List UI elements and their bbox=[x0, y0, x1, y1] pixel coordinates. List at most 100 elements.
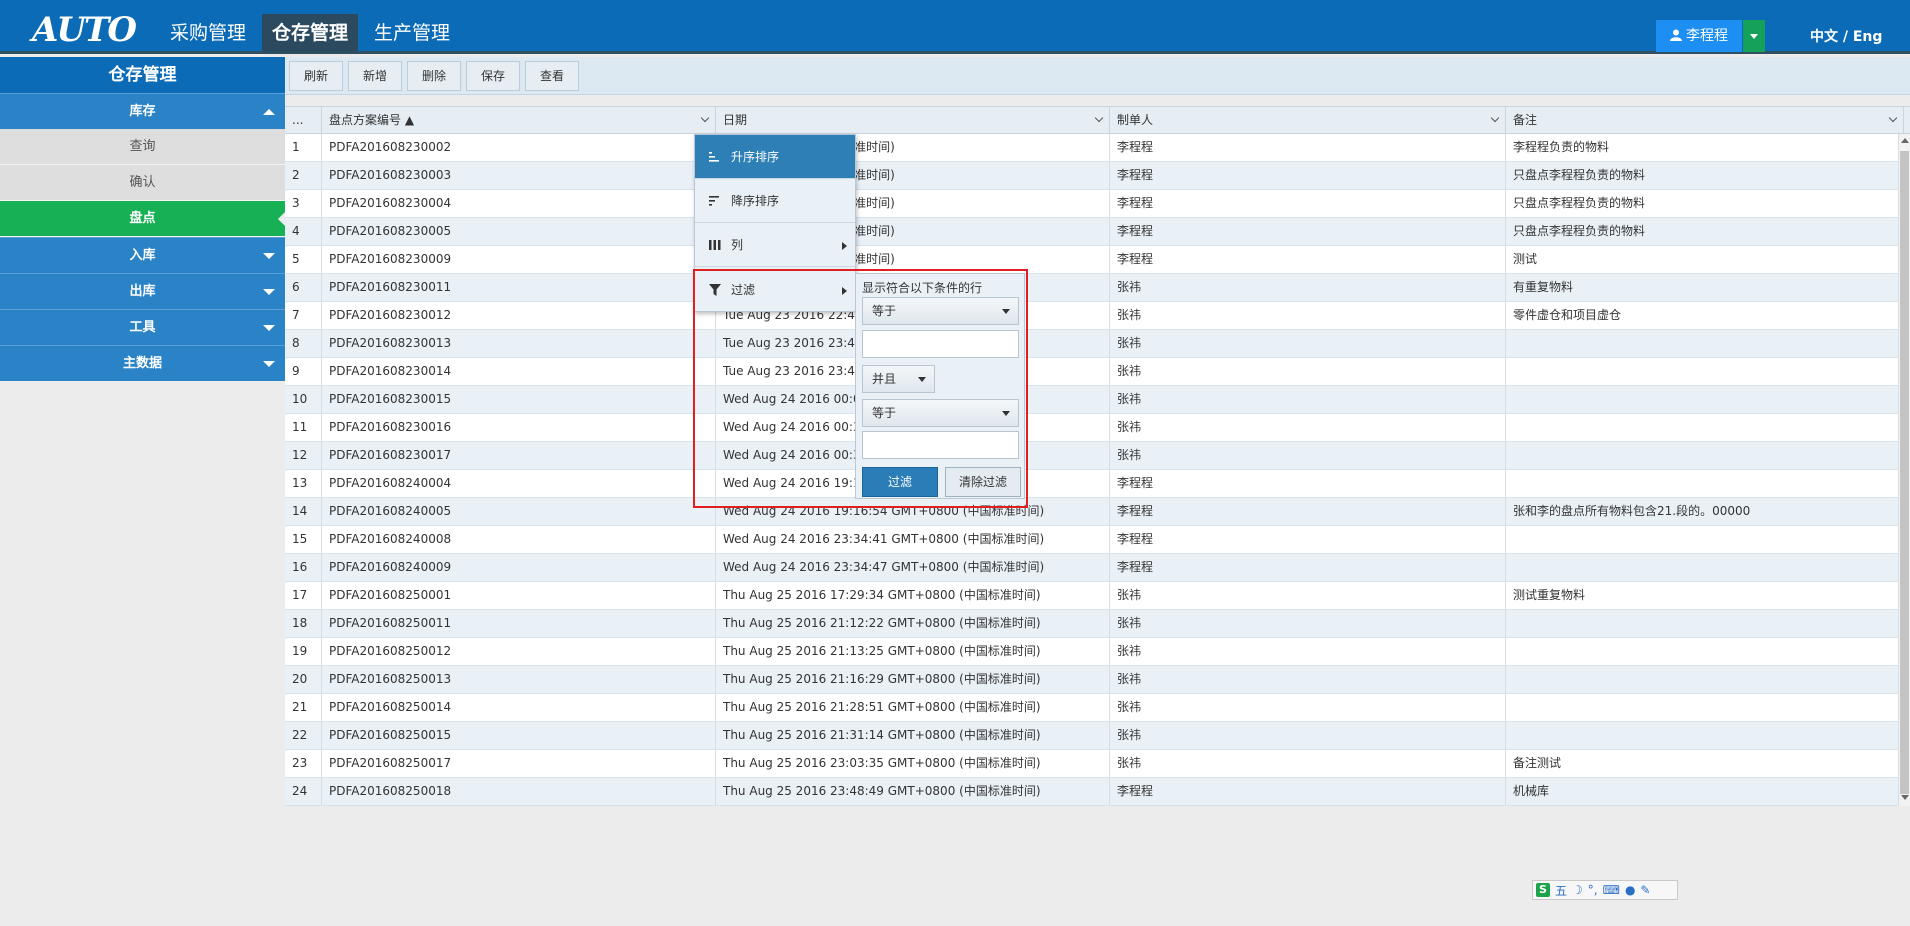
table-row[interactable]: 4PDFA20160823000514 GMT+0800 (中国标准时间)李程程… bbox=[285, 218, 1899, 246]
toolbar: 刷新 新增 删除 保存 查看 bbox=[285, 57, 1910, 95]
table-row[interactable]: 14 PDFA201608240005 Wed Aug 24 2016 19:16:… bbox=[285, 498, 1899, 526]
cell-creator: 张祎 bbox=[1110, 442, 1506, 469]
sidebar-group-inventory[interactable]: 库存 bbox=[0, 93, 285, 129]
cell-plan-no: PDFA201608240005 bbox=[322, 498, 716, 525]
table-row[interactable]: 24 PDFA201608250018 Thu Aug 25 2016 23:48:… bbox=[285, 778, 1899, 806]
cell-remarks: 机械库 bbox=[1506, 778, 1899, 805]
user-dropdown-toggle[interactable] bbox=[1743, 20, 1765, 52]
table-row[interactable]: 20 PDFA201608250013 Thu Aug 25 2016 21:16:… bbox=[285, 666, 1899, 694]
table-row[interactable]: 22 PDFA201608250015 Thu Aug 25 2016 21:31:… bbox=[285, 722, 1899, 750]
cell-remarks: 李程程负责的物料 bbox=[1506, 134, 1899, 161]
add-button[interactable]: 新增 bbox=[348, 61, 402, 91]
sidebar-item-query[interactable]: 查询 bbox=[0, 129, 285, 165]
menu-item-sort-desc[interactable]: 降序排序 bbox=[695, 179, 855, 223]
sidebar: 仓存管理 库存 查询 确认 盘点 入库 出库 工具 主数据 bbox=[0, 57, 285, 926]
table-row[interactable]: 10 PDFA201608230015 Wed Aug 24 2016 00:02 张… bbox=[285, 386, 1899, 414]
column-header-label: 盘点方案编号 ▲ bbox=[329, 113, 415, 127]
table-row[interactable]: 12 PDFA201608230017 Wed Aug 24 2016 00:36 张… bbox=[285, 442, 1899, 470]
top-bar: AUTO 采购管理 仓存管理 生产管理 李程程 中文 / Eng bbox=[0, 0, 1910, 54]
ime-mode[interactable]: 五 bbox=[1555, 882, 1567, 899]
cell-creator: 李程程 bbox=[1110, 246, 1506, 273]
sidebar-group-inbound[interactable]: 入库 bbox=[0, 237, 285, 273]
column-header-date[interactable]: 日期 bbox=[716, 107, 1110, 134]
menu-item-sort-asc[interactable]: 升序排序 bbox=[695, 135, 855, 179]
nav-warehouse[interactable]: 仓存管理 bbox=[262, 14, 359, 52]
user-button[interactable]: 李程程 bbox=[1656, 20, 1742, 52]
sidebar-item-confirm[interactable]: 确认 bbox=[0, 165, 285, 201]
table-row[interactable]: 6 PDFA201608230011 张祎 有重复物料 bbox=[285, 274, 1899, 302]
user-icon[interactable]: ● bbox=[1625, 883, 1635, 897]
delete-button[interactable]: 删除 bbox=[407, 61, 461, 91]
table-row[interactable]: 19 PDFA201608250012 Thu Aug 25 2016 21:13:… bbox=[285, 638, 1899, 666]
table-row[interactable]: 1PDFA20160823000231 GMT+0800 (中国标准时间)李程程… bbox=[285, 134, 1899, 162]
table-row[interactable]: 21 PDFA201608250014 Thu Aug 25 2016 21:28:… bbox=[285, 694, 1899, 722]
cell-plan-no: PDFA201608230012 bbox=[322, 302, 716, 329]
sogou-icon[interactable]: S bbox=[1536, 883, 1550, 897]
nav-purchase[interactable]: 采购管理 bbox=[160, 14, 256, 52]
scrollbar-thumb[interactable] bbox=[1900, 151, 1909, 794]
table-row[interactable]: 17 PDFA201608250001 Thu Aug 25 2016 17:29:… bbox=[285, 582, 1899, 610]
menu-item-columns[interactable]: 列 bbox=[695, 223, 855, 267]
table-row[interactable]: 23 PDFA201608250017 Thu Aug 25 2016 23:03:… bbox=[285, 750, 1899, 778]
cell-index: 2 bbox=[285, 162, 322, 189]
cell-index: 1 bbox=[285, 134, 322, 161]
moon-icon[interactable]: ☽ bbox=[1572, 883, 1583, 897]
chevron-down-icon bbox=[263, 361, 275, 367]
table-row[interactable]: 3PDFA20160823000437 GMT+0800 (中国标准时间)李程程… bbox=[285, 190, 1899, 218]
sidebar-group-label: 库存 bbox=[129, 104, 156, 119]
cell-index: 21 bbox=[285, 694, 322, 721]
ime-toolbar[interactable]: S 五 ☽ °, ⌨ ● ✎ bbox=[1532, 880, 1678, 900]
cell-creator: 张祎 bbox=[1110, 666, 1506, 693]
highlight-box bbox=[693, 269, 1028, 508]
cell-creator: 李程程 bbox=[1110, 162, 1506, 189]
table-row[interactable]: 13 PDFA201608240004 Wed Aug 24 2016 19:16 李… bbox=[285, 470, 1899, 498]
nav-production[interactable]: 生产管理 bbox=[364, 14, 460, 52]
table-row[interactable]: 16 PDFA201608240009 Wed Aug 24 2016 23:34:… bbox=[285, 554, 1899, 582]
save-button[interactable]: 保存 bbox=[466, 61, 520, 91]
cell-creator: 张祎 bbox=[1110, 330, 1506, 357]
chevron-down-icon[interactable] bbox=[1490, 113, 1500, 123]
punctuation-icon[interactable]: °, bbox=[1588, 883, 1598, 897]
column-header-creator[interactable]: 制单人 bbox=[1110, 107, 1506, 134]
wrench-icon[interactable]: ✎ bbox=[1640, 883, 1650, 897]
keyboard-icon[interactable]: ⌨ bbox=[1603, 883, 1620, 897]
sidebar-group-tools[interactable]: 工具 bbox=[0, 309, 285, 345]
scroll-up-icon[interactable] bbox=[1901, 138, 1909, 143]
chevron-down-icon[interactable] bbox=[1888, 113, 1898, 123]
table-row[interactable]: 8 PDFA201608230013 Tue Aug 23 2016 23:41 张祎 bbox=[285, 330, 1899, 358]
view-button[interactable]: 查看 bbox=[525, 61, 579, 91]
cell-creator: 张祎 bbox=[1110, 582, 1506, 609]
table-row[interactable]: 15 PDFA201608240008 Wed Aug 24 2016 23:34:… bbox=[285, 526, 1899, 554]
cell-index: 9 bbox=[285, 358, 322, 385]
scroll-down-icon[interactable] bbox=[1901, 795, 1909, 800]
chevron-down-icon[interactable] bbox=[1094, 113, 1104, 123]
column-header-index[interactable]: ... bbox=[285, 107, 322, 134]
language-switch[interactable]: 中文 / Eng bbox=[1810, 26, 1882, 46]
menu-item-label: 降序排序 bbox=[731, 194, 780, 208]
column-header-label: 备注 bbox=[1513, 113, 1538, 127]
cell-plan-no: PDFA201608230014 bbox=[322, 358, 716, 385]
table-row[interactable]: 2PDFA20160823000335 GMT+0800 (中国标准时间)李程程… bbox=[285, 162, 1899, 190]
table-row[interactable]: 18 PDFA201608250011 Thu Aug 25 2016 21:12:… bbox=[285, 610, 1899, 638]
sidebar-item-stocktake[interactable]: 盘点 bbox=[0, 201, 285, 237]
cell-date: Thu Aug 25 2016 21:28:51 GMT+0800 (中国标准时… bbox=[716, 694, 1110, 721]
cell-creator: 李程程 bbox=[1110, 218, 1506, 245]
grid-scrollbar[interactable] bbox=[1899, 134, 1910, 806]
sidebar-group-outbound[interactable]: 出库 bbox=[0, 273, 285, 309]
cell-plan-no: PDFA201608250015 bbox=[322, 722, 716, 749]
chevron-down-icon bbox=[263, 325, 275, 331]
cell-creator: 李程程 bbox=[1110, 554, 1506, 581]
column-header-remarks[interactable]: 备注 bbox=[1506, 107, 1904, 134]
table-row[interactable]: 7 PDFA201608230012 Tue Aug 23 2016 22:49 张祎… bbox=[285, 302, 1899, 330]
table-row[interactable]: 11 PDFA201608230016 Wed Aug 24 2016 00:36 张… bbox=[285, 414, 1899, 442]
table-row[interactable]: 9 PDFA201608230014 Tue Aug 23 2016 23:42 张祎 bbox=[285, 358, 1899, 386]
column-header-plan-no[interactable]: 盘点方案编号 ▲ bbox=[322, 107, 716, 134]
cell-remarks bbox=[1506, 610, 1899, 637]
refresh-button[interactable]: 刷新 bbox=[289, 61, 343, 91]
cell-remarks: 备注测试 bbox=[1506, 750, 1899, 777]
cell-plan-no: PDFA201608230004 bbox=[322, 190, 716, 217]
chevron-down-icon[interactable] bbox=[700, 113, 710, 123]
cell-creator: 李程程 bbox=[1110, 134, 1506, 161]
table-row[interactable]: 5PDFA20160823000956 GMT+0800 (中国标准时间)李程程… bbox=[285, 246, 1899, 274]
sidebar-group-master-data[interactable]: 主数据 bbox=[0, 345, 285, 381]
